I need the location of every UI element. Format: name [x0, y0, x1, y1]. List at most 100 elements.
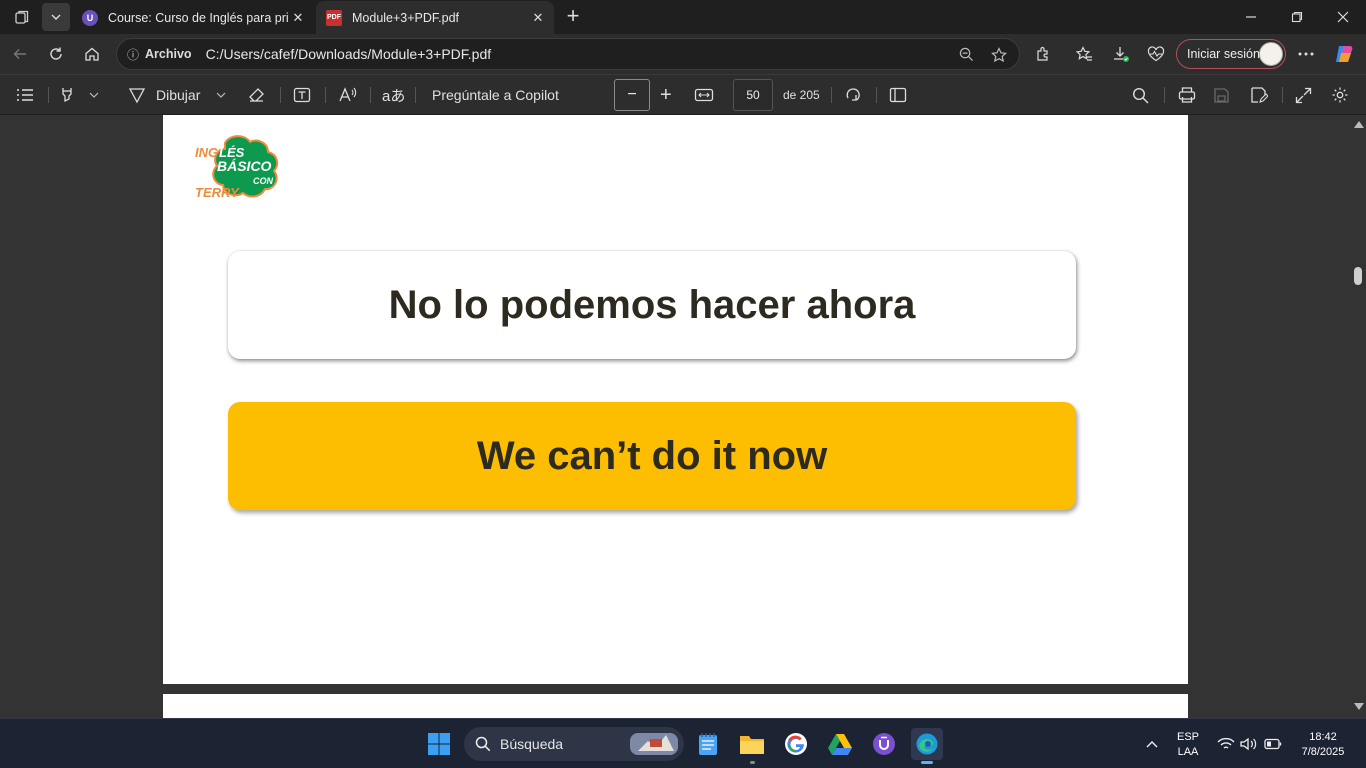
tab-actions-chevron-icon[interactable]	[42, 3, 70, 31]
highlight-icon[interactable]	[60, 83, 78, 107]
search-icon	[475, 736, 491, 752]
info-icon[interactable]: ⓘ	[127, 46, 139, 63]
translate-icon[interactable]: aあ	[382, 83, 405, 107]
highlight-dropdown-icon[interactable]	[89, 83, 99, 107]
show-hidden-icons-chevron[interactable]	[1136, 728, 1168, 760]
logo-text: CON	[253, 176, 273, 186]
file-explorer-icon[interactable]	[736, 728, 768, 760]
ask-copilot-label: Pregúntale a Copilot	[432, 87, 559, 103]
clock-date: 7/8/2025	[1301, 746, 1345, 758]
tab-pdf[interactable]: PDF Module+3+PDF.pdf ✕	[316, 1, 554, 34]
language-indicator[interactable]: ESP LAA	[1172, 730, 1204, 760]
udemy-icon: U	[82, 9, 98, 26]
print-icon[interactable]	[1178, 83, 1196, 107]
refresh-icon[interactable]	[42, 40, 70, 68]
close-tab-icon[interactable]: ✕	[288, 10, 308, 26]
fit-width-icon[interactable]	[694, 83, 714, 107]
address-row: ⓘ Archivo C:/Users/cafef/Downloads/Modul…	[0, 34, 1366, 74]
favorite-star-icon[interactable]	[991, 47, 1007, 67]
english-phrase-card: We can’t do it now	[228, 402, 1076, 510]
read-aloud-icon[interactable]	[338, 83, 358, 107]
find-icon[interactable]	[1132, 83, 1149, 107]
back-icon[interactable]	[6, 40, 34, 68]
address-bar[interactable]: ⓘ Archivo C:/Users/cafef/Downloads/Modul…	[116, 38, 1020, 70]
language-code: ESP	[1176, 731, 1199, 743]
signin-button[interactable]: Iniciar sesión	[1176, 39, 1286, 69]
close-tab-icon[interactable]: ✕	[528, 10, 548, 26]
zoom-out-button[interactable]: −	[614, 79, 650, 111]
home-icon[interactable]	[78, 40, 106, 68]
copilot-icon[interactable]	[1332, 42, 1356, 66]
logo-text: TERRY	[195, 185, 239, 200]
tab-bar: U Course: Curso de Inglés para principia…	[0, 0, 1366, 34]
next-pdf-page	[163, 694, 1188, 718]
tab-title: Module+3+PDF.pdf	[352, 10, 460, 25]
draw-dropdown-icon[interactable]	[216, 83, 226, 107]
more-options-icon[interactable]	[1294, 42, 1318, 66]
draw-icon	[128, 88, 146, 104]
scroll-up-icon[interactable]	[1354, 121, 1364, 128]
keyboard-layout: LAA	[1177, 746, 1199, 758]
new-tab-button[interactable]: +	[560, 4, 586, 30]
restore-icon[interactable]	[1274, 0, 1320, 34]
signin-label: Iniciar sesión	[1187, 47, 1260, 61]
clock-time: 18:42	[1309, 731, 1337, 743]
page-count: de 205	[783, 88, 820, 102]
tab-title: Course: Curso de Inglés para principiant…	[108, 10, 288, 25]
close-window-icon[interactable]	[1320, 0, 1366, 34]
vertical-scrollbar[interactable]	[1350, 115, 1366, 718]
scheme-label: Archivo	[145, 47, 192, 61]
page-view-icon[interactable]	[889, 83, 907, 107]
spanish-phrase-card: No lo podemos hacer ahora	[228, 251, 1076, 359]
draw-button[interactable]: Dibujar	[128, 83, 200, 107]
search-placeholder: Búsqueda	[500, 736, 564, 752]
pdf-page: ING LÉS BÁSICO CON TERRY No lo podemos h…	[163, 115, 1188, 684]
battery-icon[interactable]	[1257, 728, 1289, 760]
notepad-icon[interactable]	[692, 728, 724, 760]
english-phrase: We can’t do it now	[476, 433, 828, 478]
draw-label: Dibujar	[156, 87, 201, 103]
logo-text: ING	[195, 145, 219, 160]
search-highlight-icon	[630, 733, 678, 755]
taskbar-search[interactable]: Búsqueda	[464, 727, 684, 761]
pdf-viewer[interactable]: ING LÉS BÁSICO CON TERRY No lo podemos h…	[0, 115, 1366, 718]
page-number-input[interactable]: 50	[733, 79, 773, 111]
url-text: C:/Users/cafef/Downloads/Module+3+PDF.pd…	[205, 46, 492, 62]
rotate-icon[interactable]	[844, 83, 862, 107]
spanish-phrase: No lo podemos hacer ahora	[388, 282, 916, 327]
scroll-down-icon[interactable]	[1354, 703, 1364, 710]
browser-essentials-icon[interactable]	[1144, 42, 1168, 66]
eraser-icon[interactable]	[248, 83, 266, 107]
windows-start-icon[interactable]	[423, 728, 455, 760]
settings-gear-icon[interactable]	[1331, 83, 1349, 107]
favorites-icon[interactable]	[1072, 42, 1096, 66]
tab-course[interactable]: U Course: Curso de Inglés para principia…	[72, 1, 314, 34]
clock[interactable]: 18:42 7/8/2025	[1290, 730, 1356, 760]
fullscreen-icon[interactable]	[1295, 83, 1312, 107]
contents-list-icon[interactable]	[16, 83, 34, 107]
add-text-icon[interactable]	[293, 83, 311, 107]
zoom-in-icon: +	[660, 83, 672, 106]
logo-text: BÁSICO	[217, 158, 272, 174]
save-as-icon[interactable]	[1250, 83, 1268, 107]
extensions-icon[interactable]	[1031, 42, 1055, 66]
google-icon[interactable]	[780, 728, 812, 760]
edge-icon[interactable]	[911, 728, 943, 764]
taskbar: Búsqueda ESP LAA 18:42 7/8/2025	[0, 718, 1366, 768]
pdf-toolbar: Dibujar aあ Pregúntale a Copilot − + 50 d…	[0, 74, 1366, 114]
downloads-icon[interactable]	[1109, 42, 1133, 66]
scroll-thumb[interactable]	[1354, 267, 1362, 285]
udemy-app-icon[interactable]	[868, 728, 900, 760]
pdf-icon: PDF	[326, 9, 342, 26]
zoom-out-icon: −	[627, 86, 637, 103]
avatar	[1259, 42, 1283, 66]
workspaces-icon[interactable]	[8, 3, 36, 31]
zoom-page-icon[interactable]	[959, 47, 974, 66]
zoom-in-button[interactable]: +	[660, 83, 672, 107]
save-icon[interactable]	[1213, 83, 1230, 107]
ingles-basico-logo: ING LÉS BÁSICO CON TERRY	[195, 133, 287, 203]
minimize-icon[interactable]	[1228, 0, 1274, 34]
google-drive-icon[interactable]	[824, 728, 856, 760]
ask-copilot-button[interactable]: Pregúntale a Copilot	[432, 83, 559, 107]
page-current: 50	[746, 88, 760, 102]
